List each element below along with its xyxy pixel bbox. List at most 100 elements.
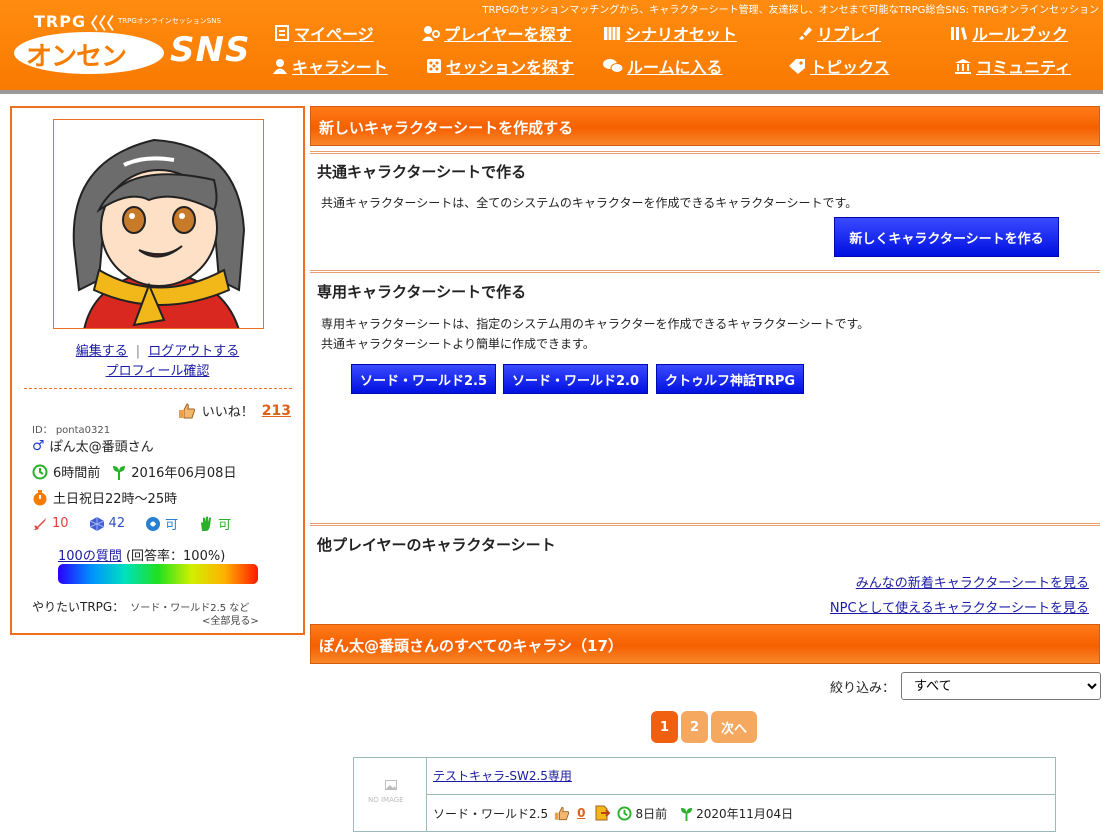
stat-sessions: 10 [32, 516, 79, 532]
logout-link[interactable]: ログアウトする [148, 344, 239, 359]
wanted-show-all[interactable]: <全部見る> [202, 612, 259, 627]
export-icon[interactable] [594, 805, 611, 821]
profile-confirm-link[interactable]: プロフィール確認 [106, 364, 210, 379]
filter-label: 絞り込み： [830, 680, 896, 696]
divider [24, 388, 292, 389]
sword-icon [34, 517, 46, 530]
section-divider [310, 151, 1100, 154]
new-sheets-link[interactable]: みんなの新着キャラクターシートを見る [856, 572, 1089, 591]
stat-dice: 42 [89, 516, 136, 532]
special-sheet-desc-2: 共通キャラクターシートより簡単に作成できます。 [321, 337, 595, 351]
players-icon [422, 26, 440, 41]
image-placeholder-icon [385, 780, 397, 790]
likes: いいね！ 213 [178, 401, 291, 420]
questions-rate: (回答率：100%) [125, 549, 226, 564]
sw25-sheet-button[interactable]: ソード・ワールド2.5 [351, 364, 496, 394]
avatar-image [72, 138, 246, 328]
nav-replay[interactable]: リプレイ [797, 21, 881, 45]
male-icon: ♂ [32, 437, 45, 454]
nav-label: シナリオセット [625, 25, 738, 44]
sw20-sheet-button[interactable]: ソード・ワールド2.0 [503, 364, 648, 394]
filter-select[interactable]: すべて [901, 672, 1102, 700]
scenario-icon [604, 27, 620, 40]
nav-find-players[interactable]: プレイヤーを探す [422, 21, 572, 45]
character-likes[interactable]: 0 [577, 806, 585, 820]
logo-name: オンセン [26, 42, 127, 72]
login-row: 6時間前 2016年06月08日 [32, 462, 236, 481]
nav-community[interactable]: コミュニティ [954, 54, 1071, 78]
all-sheets-header: ぽん太@番頭さんのすべてのキャラシ（17） [310, 624, 1100, 664]
community-icon [955, 59, 971, 74]
character-updated: 8日前 [635, 806, 668, 821]
character-name-link[interactable]: テストキャラ-SW2.5専用 [433, 767, 572, 784]
nav-label: セッションを探す [446, 58, 575, 77]
replay-icon [799, 27, 812, 40]
site-header: TRPGのセッションマッチングから、キャラクターシート管理、友達探し、オンセまで… [0, 0, 1103, 94]
stat-gm: 可 [145, 514, 188, 533]
nav-label: リプレイ [817, 25, 882, 44]
chat-icon [603, 59, 623, 73]
nav-mypage[interactable]: マイページ [274, 21, 374, 45]
logo-subtitle: TRPGオンラインセッションSNS [118, 17, 221, 25]
tag-icon [789, 59, 805, 74]
create-common-sheet-button[interactable]: 新しくキャラクターシートを作る [834, 217, 1059, 257]
nav-label: ルームに入る [627, 58, 723, 77]
mypage-icon [275, 25, 289, 41]
charasheet-icon [273, 59, 287, 74]
site-logo[interactable]: TRPG 〈〈〈 TRPGオンラインセッションSNS オンセン SNS [12, 10, 249, 80]
special-sheet-desc-1: 専用キャラクターシートは、指定のシステム用のキャラクターを作成できるキャラクター… [321, 317, 870, 331]
character-created: 2020年11月04日 [696, 806, 794, 821]
no-image-thumbnail[interactable]: NO IMAGE [354, 758, 427, 831]
nav-label: マイページ [294, 25, 374, 44]
nav-enter-room[interactable]: ルームに入る [603, 54, 723, 78]
logo-trpg: TRPG [34, 12, 87, 31]
nav-topics[interactable]: トピックス [788, 54, 890, 78]
logo-waves: 〈〈〈 [82, 14, 115, 33]
sprout-icon [113, 465, 126, 480]
clock-icon [617, 805, 632, 821]
avatar[interactable] [53, 119, 264, 329]
thumbs-up-icon [554, 806, 570, 820]
d20-icon [89, 516, 104, 531]
nav-label: コミュニティ [976, 58, 1072, 77]
wanted-label: やりたいTRPG： [32, 600, 125, 614]
profile-confirm-row: プロフィール確認 [12, 360, 303, 379]
page-1-button[interactable]: 1 [651, 711, 678, 743]
no-image-label: NO IMAGE [368, 796, 404, 804]
user-name-row: ♂ ぽん太@番頭さん [32, 436, 154, 456]
next-page-button[interactable]: 次へ [711, 711, 757, 743]
gm-icon [146, 516, 161, 531]
edit-link[interactable]: 編集する [76, 344, 128, 359]
nav-find-session[interactable]: セッションを探す [426, 54, 574, 78]
nav-charasheet[interactable]: キャラシート [272, 54, 388, 78]
create-section-header: 新しいキャラクターシートを作成する [310, 106, 1100, 146]
section-divider [310, 270, 1100, 273]
dice-icon [427, 59, 441, 73]
page-2-button[interactable]: 2 [681, 711, 708, 743]
nav-label: ルールブック [972, 25, 1069, 44]
registered-date: 2016年06月08日 [131, 466, 237, 481]
nav-scenario-set[interactable]: シナリオセット [603, 21, 737, 45]
questions-link[interactable]: 100の質問 [58, 549, 122, 564]
stat-hand-value: 可 [218, 518, 232, 533]
likes-label: いいね！ [201, 405, 254, 420]
nav-rulebook[interactable]: ルールブック [950, 21, 1068, 45]
answer-rate-bar [58, 564, 258, 584]
play-time: 土日祝日22時～25時 [53, 492, 178, 507]
stopwatch-icon [33, 489, 47, 505]
stat-hand: 可 [198, 514, 241, 533]
user-name: ぽん太@番頭さん [49, 440, 154, 455]
nav-label: プレイヤーを探す [444, 25, 572, 44]
special-sheet-title: 専用キャラクターシートで作る [317, 283, 527, 301]
stat-gm-value: 可 [165, 518, 179, 533]
others-sheet-title: 他プレイヤーのキャラクターシート [317, 536, 556, 554]
cthulhu-sheet-button[interactable]: クトゥルフ神話TRPG [656, 364, 804, 394]
common-sheet-desc: 共通キャラクターシートは、全てのシステムのキャラクターを作成できるキャラクターシ… [321, 196, 858, 210]
nav-label: キャラシート [292, 58, 388, 77]
likes-count[interactable]: 213 [262, 403, 291, 419]
hand-icon [201, 516, 212, 531]
stat-sword-value: 10 [52, 516, 69, 531]
questions-row: 100の質問 (回答率：100%) [58, 545, 225, 564]
npc-sheets-link[interactable]: NPCとして使えるキャラクターシートを見る [830, 597, 1089, 616]
sprout-icon [681, 807, 693, 821]
